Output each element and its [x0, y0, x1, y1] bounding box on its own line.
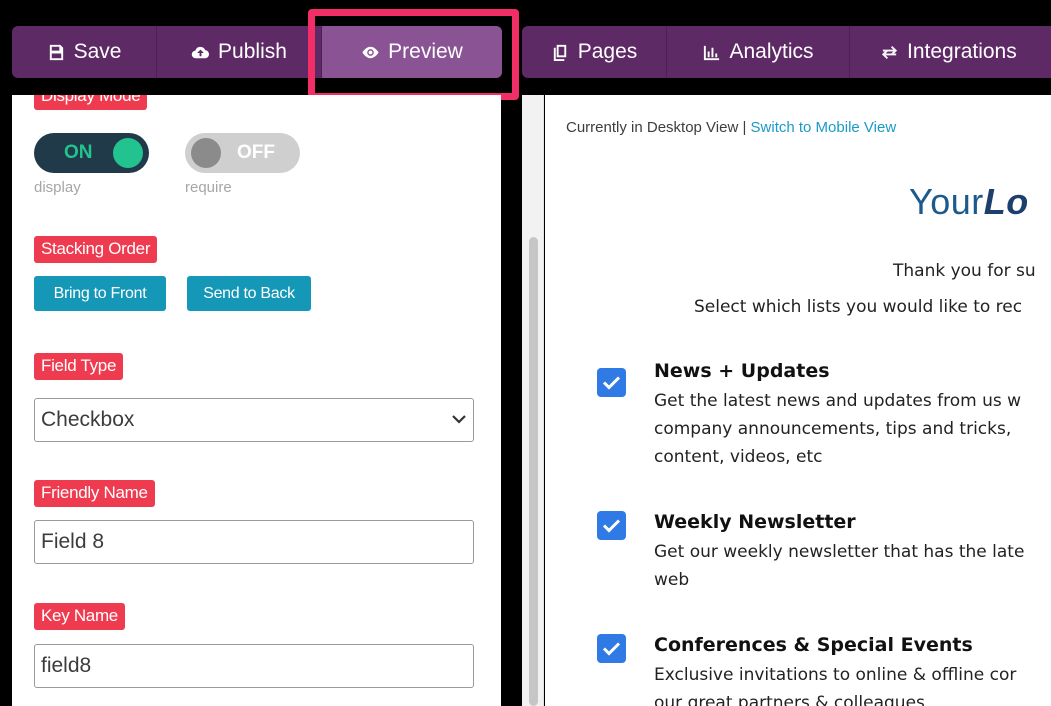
- conferences-title: Conferences & Special Events: [654, 634, 973, 656]
- checkmark-icon: [602, 642, 621, 656]
- news-updates-checkbox[interactable]: [597, 368, 626, 397]
- toggle-knob: [113, 138, 143, 168]
- select-lists-text: Select which lists you would like to rec: [694, 297, 1023, 317]
- publish-button[interactable]: Publish: [157, 26, 322, 78]
- desc-line: Get the latest news and updates from us …: [654, 391, 1022, 411]
- pages-label: Pages: [577, 40, 638, 63]
- weekly-newsletter-desc: Get our weekly newsletter that has the l…: [654, 538, 1024, 594]
- toggle-knob: [191, 138, 221, 168]
- bar-chart-icon: [704, 45, 720, 60]
- field-type-select[interactable]: Checkbox: [34, 398, 474, 442]
- checkmark-icon: [602, 376, 621, 390]
- eye-icon: [362, 46, 379, 58]
- require-toggle-state: OFF: [237, 142, 275, 163]
- integrations-label: Integrations: [907, 40, 1017, 63]
- weekly-newsletter-title: Weekly Newsletter: [654, 511, 856, 533]
- save-button[interactable]: Save: [12, 26, 157, 78]
- stacking-order-label: Stacking Order: [34, 236, 158, 263]
- desc-line: web: [654, 570, 690, 590]
- field-settings-panel: Display Mode ON display OFF require Stac…: [12, 95, 501, 706]
- editor-toolbar: Save Publish Preview: [12, 26, 502, 78]
- news-updates-title: News + Updates: [654, 360, 830, 382]
- friendly-name-label: Friendly Name: [34, 480, 155, 507]
- chevron-down-icon: [452, 415, 466, 424]
- preview-label: Preview: [388, 40, 463, 63]
- display-toggle[interactable]: ON: [34, 133, 149, 173]
- friendly-name-input[interactable]: Field 8: [34, 520, 474, 564]
- logo-bold: Lo: [983, 181, 1029, 222]
- view-status-text: Currently in Desktop View |: [566, 119, 747, 136]
- publish-label: Publish: [218, 40, 287, 63]
- conferences-desc: Exclusive invitations to online & offlin…: [654, 661, 1016, 706]
- switch-mobile-link[interactable]: Switch to Mobile View: [751, 119, 897, 136]
- send-to-back-button[interactable]: Send to Back: [187, 276, 311, 311]
- page-preview: Currently in Desktop View | Switch to Mo…: [545, 95, 1051, 706]
- require-hint: require: [185, 179, 232, 196]
- save-label: Save: [73, 40, 122, 63]
- analytics-label: Analytics: [729, 40, 814, 63]
- site-toolbar: Pages Analytics Integrations: [522, 26, 1051, 78]
- desc-line: Exclusive invitations to online & offlin…: [654, 665, 1017, 685]
- save-icon: [49, 44, 63, 60]
- field-type-value: Checkbox: [41, 408, 135, 431]
- integrations-icon: [881, 45, 898, 59]
- display-toggle-state: ON: [64, 142, 93, 163]
- conferences-checkbox[interactable]: [597, 634, 626, 663]
- field-type-label: Field Type: [34, 353, 124, 380]
- view-status: Currently in Desktop View | Switch to Mo…: [566, 119, 896, 136]
- integrations-button[interactable]: Integrations: [850, 26, 1050, 78]
- preview-button[interactable]: Preview: [322, 26, 502, 78]
- pages-icon: [553, 44, 566, 61]
- weekly-newsletter-checkbox[interactable]: [597, 511, 626, 540]
- checkmark-icon: [602, 519, 621, 533]
- desc-line: our great partners & colleagues: [654, 693, 925, 706]
- pages-button[interactable]: Pages: [522, 26, 667, 78]
- display-hint: display: [34, 179, 81, 196]
- scrollbar-thumb[interactable]: [529, 237, 538, 706]
- key-name-value: field8: [41, 654, 92, 677]
- friendly-name-value: Field 8: [41, 530, 105, 553]
- analytics-button[interactable]: Analytics: [667, 26, 850, 78]
- require-toggle[interactable]: OFF: [185, 133, 300, 173]
- thank-you-text: Thank you for su: [893, 261, 1036, 281]
- logo: YourLo: [909, 181, 1029, 223]
- desc-line: content, videos, etc: [654, 447, 823, 467]
- cloud-upload-icon: [191, 46, 210, 58]
- display-mode-label: Display Mode: [34, 95, 148, 110]
- key-name-input[interactable]: field8: [34, 644, 474, 688]
- desc-line: company announcements, tips and tricks,: [654, 419, 1012, 439]
- news-updates-desc: Get the latest news and updates from us …: [654, 387, 1021, 471]
- desc-line: Get our weekly newsletter that has the l…: [654, 542, 1025, 562]
- key-name-label: Key Name: [34, 603, 125, 630]
- logo-light: Your: [909, 181, 984, 222]
- bring-to-front-button[interactable]: Bring to Front: [34, 276, 166, 311]
